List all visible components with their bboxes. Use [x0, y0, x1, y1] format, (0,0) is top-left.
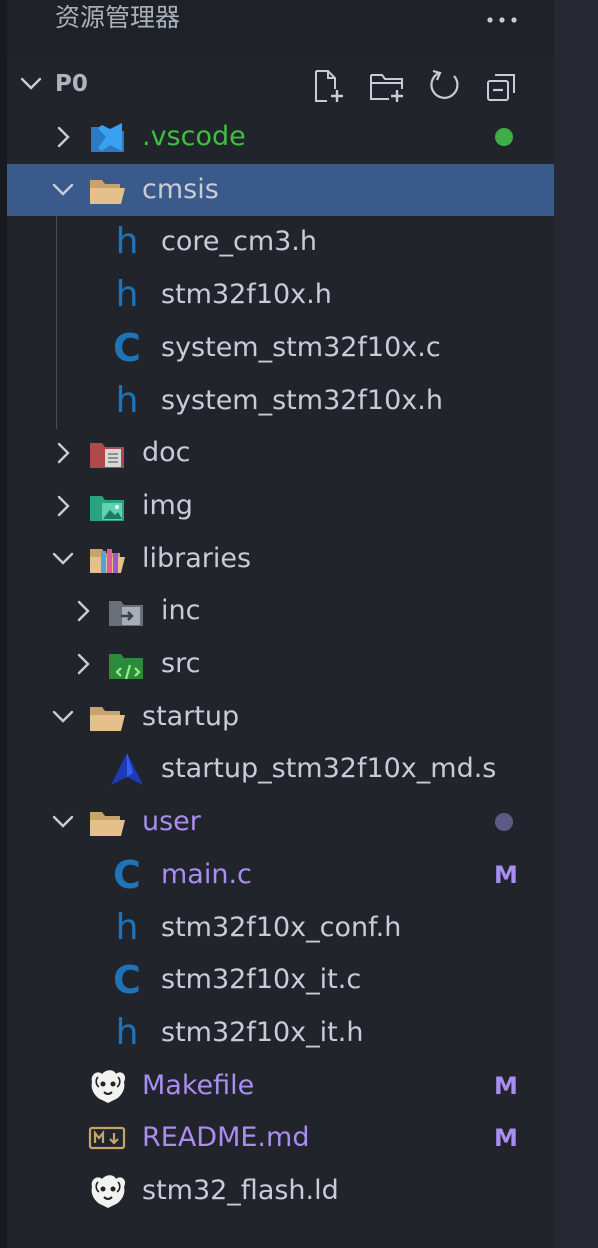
c-file-icon: C [113, 958, 141, 1002]
git-modified-badge: M [494, 1124, 518, 1152]
tree-row-stm32f10x-conf-h[interactable]: h stm32f10x_conf.h [7, 902, 554, 954]
h-file-icon: h [115, 221, 139, 262]
collapse-all-icon[interactable] [484, 68, 520, 104]
tree-item-label: README.md [142, 1122, 310, 1153]
tree-item-label: inc [161, 595, 201, 626]
tree-item-label: doc [142, 437, 191, 468]
tree-item-label: libraries [142, 543, 252, 574]
explorer-panel: 资源管理器 P0 .vscode cmsis h core_cm3.h h stm32f1… [7, 0, 554, 1248]
tree-item-label: main.c [161, 859, 252, 890]
chevron-right-icon[interactable] [71, 652, 95, 680]
gnu-makefile-icon [88, 1068, 128, 1104]
ellipsis-icon[interactable] [485, 4, 521, 32]
chevron-right-icon[interactable] [51, 125, 75, 153]
tree-item-label: stm32f10x_it.h [161, 1017, 364, 1048]
workspace-section-header[interactable]: P0 [7, 58, 554, 110]
explorer-title: 资源管理器 [55, 3, 181, 32]
refresh-icon[interactable] [427, 68, 463, 104]
tree-row-user[interactable]: user [7, 796, 554, 848]
src-folder-icon [107, 646, 147, 682]
tree-item-label: startup [142, 701, 240, 732]
h-file-icon: h [115, 907, 139, 948]
h-file-icon: h [115, 274, 139, 315]
chevron-down-icon[interactable] [51, 810, 75, 838]
tree-row-system-stm32f10x-c[interactable]: Csystem_stm32f10x.c [7, 322, 554, 374]
editor-edge [554, 0, 598, 1248]
new-folder-icon[interactable] [369, 68, 405, 104]
tree-item-label: cmsis [142, 174, 219, 205]
c-file-icon: C [113, 326, 141, 370]
tree-row-startup-stm32f10x-md-s[interactable]: startup_stm32f10x_md.s [7, 743, 554, 795]
markdown-file-icon [88, 1120, 128, 1156]
tree-row-stm32f10x-it-c[interactable]: Cstm32f10x_it.c [7, 954, 554, 1006]
include-folder-icon [107, 593, 147, 629]
folder-open-icon [88, 699, 128, 735]
chevron-down-icon [19, 72, 43, 100]
img-folder-icon [88, 488, 128, 524]
tree-item-label: stm32_flash.ld [142, 1175, 339, 1206]
tree-item-label: startup_stm32f10x_md.s [161, 753, 497, 784]
tree-row-src[interactable]: src [7, 638, 554, 690]
tree-item-label: stm32f10x.h [161, 279, 332, 310]
folder-open-icon [88, 172, 128, 208]
git-modified-badge: M [494, 1072, 518, 1100]
tree-item-label: .vscode [142, 121, 246, 152]
tree-item-label: stm32f10x_it.c [161, 964, 362, 995]
assembly-file-icon [107, 751, 147, 787]
chevron-right-icon[interactable] [71, 599, 95, 627]
chevron-down-icon[interactable] [51, 705, 75, 733]
tree-row-system-stm32f10x-h[interactable]: h system_stm32f10x.h [7, 375, 554, 427]
tree-item-label: core_cm3.h [161, 226, 318, 257]
doc-folder-icon [88, 435, 128, 471]
activity-bar-edge [0, 0, 7, 1248]
tree-item-label: user [142, 806, 201, 837]
tree-row-vscode[interactable]: .vscode [7, 111, 554, 163]
tree-row-readme-md[interactable]: README.md M [7, 1112, 554, 1164]
tree-item-label: system_stm32f10x.c [161, 332, 441, 363]
tree-row-cmsis[interactable]: cmsis [7, 164, 554, 216]
new-file-icon[interactable] [310, 68, 346, 104]
tree-row-main-c[interactable]: Cmain.c M [7, 849, 554, 901]
tree-row-img[interactable]: img [7, 480, 554, 532]
tree-item-label: stm32f10x_conf.h [161, 912, 402, 943]
tree-row-makefile[interactable]: Makefile M [7, 1060, 554, 1112]
tree-row-libraries[interactable]: libraries [7, 533, 554, 585]
c-file-icon: C [113, 853, 141, 897]
tree-row-core-cm3-h[interactable]: h core_cm3.h [7, 216, 554, 268]
tree-item-label: system_stm32f10x.h [161, 385, 443, 416]
tree-item-label: img [142, 490, 193, 521]
tree-row-startup[interactable]: startup [7, 691, 554, 743]
chevron-down-icon[interactable] [51, 178, 75, 206]
git-modified-badge: M [494, 861, 518, 889]
gnu-linker-icon [88, 1173, 128, 1209]
tree-row-stm32-flash-ld[interactable]: stm32_flash.ld [7, 1165, 554, 1217]
tree-item-label: src [161, 648, 201, 679]
tree-row-inc[interactable]: inc [7, 585, 554, 637]
tree-item-label: Makefile [142, 1070, 255, 1101]
chevron-right-icon[interactable] [51, 494, 75, 522]
h-file-icon: h [115, 1012, 139, 1053]
h-file-icon: h [115, 380, 139, 421]
tree-row-doc[interactable]: doc [7, 427, 554, 479]
git-status-dot [495, 128, 513, 146]
chevron-down-icon[interactable] [51, 547, 75, 575]
folder-open-icon [88, 804, 128, 840]
tree-row-stm32f10x-h[interactable]: h stm32f10x.h [7, 269, 554, 321]
libraries-folder-icon [88, 541, 128, 577]
tree-row-stm32f10x-it-h[interactable]: h stm32f10x_it.h [7, 1007, 554, 1059]
explorer-header: 资源管理器 [7, 0, 554, 56]
vscode-folder-icon [88, 119, 128, 155]
workspace-name: P0 [55, 71, 88, 97]
git-status-dot [495, 813, 513, 831]
chevron-right-icon[interactable] [51, 441, 75, 469]
